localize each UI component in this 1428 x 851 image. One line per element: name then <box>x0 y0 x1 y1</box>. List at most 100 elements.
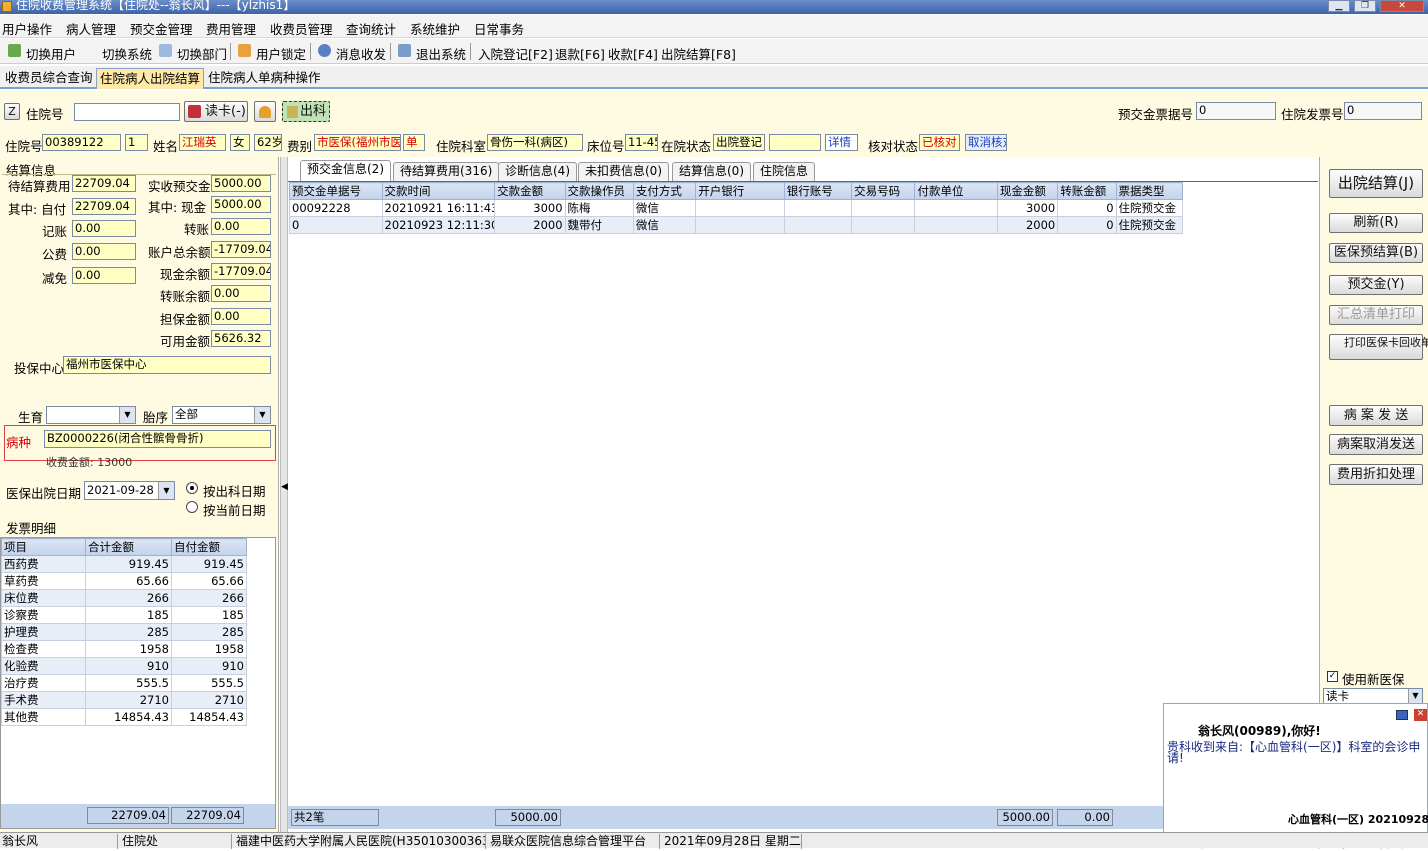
grid-header-cell[interactable]: 开户银行 <box>695 182 785 200</box>
fee-row[interactable]: 草药费 65.66 65.66 <box>1 572 247 590</box>
discharge-settle-action-button[interactable]: 出院结算(J) <box>1329 169 1423 198</box>
chevron-down-icon[interactable]: ▼ <box>254 407 270 423</box>
fee-header-total[interactable]: 合计金额 <box>85 538 172 556</box>
chevron-down-icon[interactable]: ▼ <box>158 482 174 499</box>
grid-header-cell[interactable]: 票据类型 <box>1115 182 1184 200</box>
minimize-button[interactable]: ▁ <box>1328 0 1350 12</box>
menu-patient[interactable]: 病人管理 <box>66 19 116 38</box>
fee-row[interactable]: 西药费 919.45 919.45 <box>1 555 247 573</box>
popup-minimize-icon[interactable] <box>1396 710 1408 720</box>
fee-self-cell: 185 <box>171 606 247 624</box>
new-insurance-checkbox[interactable]: ✓ <box>1327 671 1338 682</box>
chevron-down-icon[interactable]: ▼ <box>1408 689 1422 703</box>
zyh-input[interactable] <box>74 103 180 121</box>
grid-header-cell[interactable]: 支付方式 <box>632 182 697 200</box>
exit-system-button[interactable]: 退出系统 <box>416 44 466 63</box>
menu-fee[interactable]: 费用管理 <box>206 19 256 38</box>
grid-header-cell[interactable]: 交款金额 <box>494 182 566 200</box>
cancel-check-button[interactable]: 取消核对 <box>965 134 1007 151</box>
fee-row[interactable]: 检查费 1958 1958 <box>1 640 247 658</box>
menu-system[interactable]: 系统维护 <box>410 19 460 38</box>
birth-select[interactable]: ▼ <box>46 406 136 424</box>
chevron-down-icon[interactable]: ▼ <box>119 407 135 423</box>
detail-button[interactable]: 详情 <box>825 134 858 151</box>
prepay-button[interactable]: 预交金(Y) <box>1329 275 1423 295</box>
lock-user-button[interactable]: 用户锁定 <box>256 44 306 63</box>
discharge-date-picker[interactable]: 2021-09-28 ▼ <box>84 481 175 500</box>
tab-cashier-query[interactable]: 收费员综合查询 <box>2 68 96 89</box>
chuke-button[interactable]: 出科 <box>282 101 330 122</box>
close-button[interactable]: ✕ <box>1380 0 1424 12</box>
z-button[interactable]: Z <box>4 103 20 120</box>
menu-query[interactable]: 查询统计 <box>346 19 396 38</box>
dbje-field: 0.00 <box>211 308 271 325</box>
print-card-receipt-button[interactable]: 打印医保卡回收单 <box>1329 334 1428 360</box>
broom-button[interactable] <box>254 101 276 122</box>
popup-close-icon[interactable]: ✕ <box>1414 709 1427 721</box>
menu-cashier[interactable]: 收费员管理 <box>270 19 333 38</box>
tab-single-disease[interactable]: 住院病人单病种操作 <box>205 68 324 89</box>
table-row[interactable]: 0 20210923 12:11:30 2000 魏带付 微信 2000 0 住院预交金 <box>289 216 1184 234</box>
read-card-button[interactable]: 读卡(-) <box>184 101 248 122</box>
tab-pending-fees[interactable]: 待结算费用(316) <box>393 162 500 181</box>
grid-cell <box>914 216 998 234</box>
fee-discount-button[interactable]: 费用折扣处理 <box>1329 464 1423 485</box>
menu-user-ops[interactable]: 用户操作 <box>2 19 52 38</box>
fp-label: 住院发票号 <box>1281 107 1344 122</box>
fee-header-item[interactable]: 项目 <box>1 538 86 556</box>
fee-row[interactable]: 床位费 266 266 <box>1 589 247 607</box>
switch-system-button[interactable]: 切换系统 <box>102 44 152 63</box>
discharge-settle-button[interactable]: 出院结算[F8] <box>661 44 736 63</box>
yjj-number-field[interactable]: 0 <box>1196 102 1276 120</box>
admission-button[interactable]: 入院登记[F2] <box>478 44 553 63</box>
radio-by-dept-date[interactable] <box>186 482 198 494</box>
tab-diagnosis[interactable]: 诊断信息(4) <box>498 162 577 181</box>
menu-prepay[interactable]: 预交金管理 <box>130 19 193 38</box>
grid-header-cell[interactable]: 现金金额 <box>996 182 1059 200</box>
arrow-left-icon[interactable]: ◀ <box>281 482 288 492</box>
fee-total-sum: 22709.04 <box>87 807 169 824</box>
fee-row[interactable]: 诊察费 185 185 <box>1 606 247 624</box>
print-summary-button[interactable]: 汇总清单打印 <box>1329 305 1423 325</box>
disease-field[interactable]: BZ0000226(闭合性髌骨骨折) <box>44 430 271 448</box>
grid-header-cell[interactable]: 付款单位 <box>914 182 998 200</box>
tab-inpatient-info[interactable]: 住院信息 <box>753 162 816 181</box>
grid-header-cell[interactable]: 银行账号 <box>783 182 853 200</box>
maximize-button[interactable]: ❐ <box>1354 0 1376 12</box>
message-button[interactable]: 消息收发 <box>336 44 386 63</box>
invoice-number-field[interactable]: 0 <box>1344 102 1422 120</box>
fee-row[interactable]: 治疗费 555.5 555.5 <box>1 674 247 692</box>
cancel-send-record-button[interactable]: 病案取消发送 <box>1329 434 1423 455</box>
tab-settle-info[interactable]: 结算信息(0) <box>672 162 751 181</box>
grid-header-cell[interactable]: 交易号码 <box>851 182 916 200</box>
switch-dept-button[interactable]: 切换部门 <box>177 44 227 63</box>
table-row[interactable]: 00092228 20210921 16:11:43 3000 陈梅 微信 3000 0 住院… <box>289 199 1184 217</box>
radio-by-current-date[interactable] <box>186 501 198 513</box>
fee-row[interactable]: 其他费 14854.43 14854.43 <box>1 708 247 726</box>
insurance-presettle-button[interactable]: 医保预结算(B) <box>1329 243 1423 263</box>
tab-discharge-settle[interactable]: 住院病人出院结算 <box>96 68 205 89</box>
splitter-handle[interactable]: ◀ <box>280 157 288 832</box>
refresh-button[interactable]: 刷新(R) <box>1329 213 1423 233</box>
grid-cell: 20210923 12:11:30 <box>381 216 496 234</box>
grid-header-cell[interactable]: 预交金单据号 <box>289 182 383 200</box>
fee-row[interactable]: 手术费 2710 2710 <box>1 691 247 709</box>
read-mode-select[interactable]: 读卡 ▼ <box>1323 688 1423 704</box>
tab-prepay-info[interactable]: 预交金信息(2) <box>300 160 391 181</box>
refund-button[interactable]: 退款[F6] <box>555 44 605 63</box>
menu-daily[interactable]: 日常事务 <box>474 19 524 38</box>
fee-row[interactable]: 护理费 285 285 <box>1 623 247 641</box>
status-bar: 翁长风 住院处 福建中医药大学附属人民医院(H35010300363) 易联众医… <box>0 832 1428 849</box>
send-record-button[interactable]: 病 案 发 送 <box>1329 405 1423 426</box>
order-select[interactable]: 全部 ▼ <box>172 406 271 424</box>
grid-header-cell[interactable]: 交款操作员 <box>564 182 634 200</box>
collect-button[interactable]: 收款[F4] <box>608 44 658 63</box>
grid-header-cell[interactable]: 交款时间 <box>381 182 496 200</box>
tab-uncharged[interactable]: 未扣费信息(0) <box>578 162 669 181</box>
fee-row[interactable]: 化验费 910 910 <box>1 657 247 675</box>
switch-user-button[interactable]: 切换用户 <box>26 44 76 63</box>
grid-header-cell[interactable]: 转账金额 <box>1057 182 1117 200</box>
grid-cell <box>851 199 916 217</box>
fee-self-cell: 14854.43 <box>171 708 247 726</box>
fee-header-self[interactable]: 自付金额 <box>171 538 247 556</box>
